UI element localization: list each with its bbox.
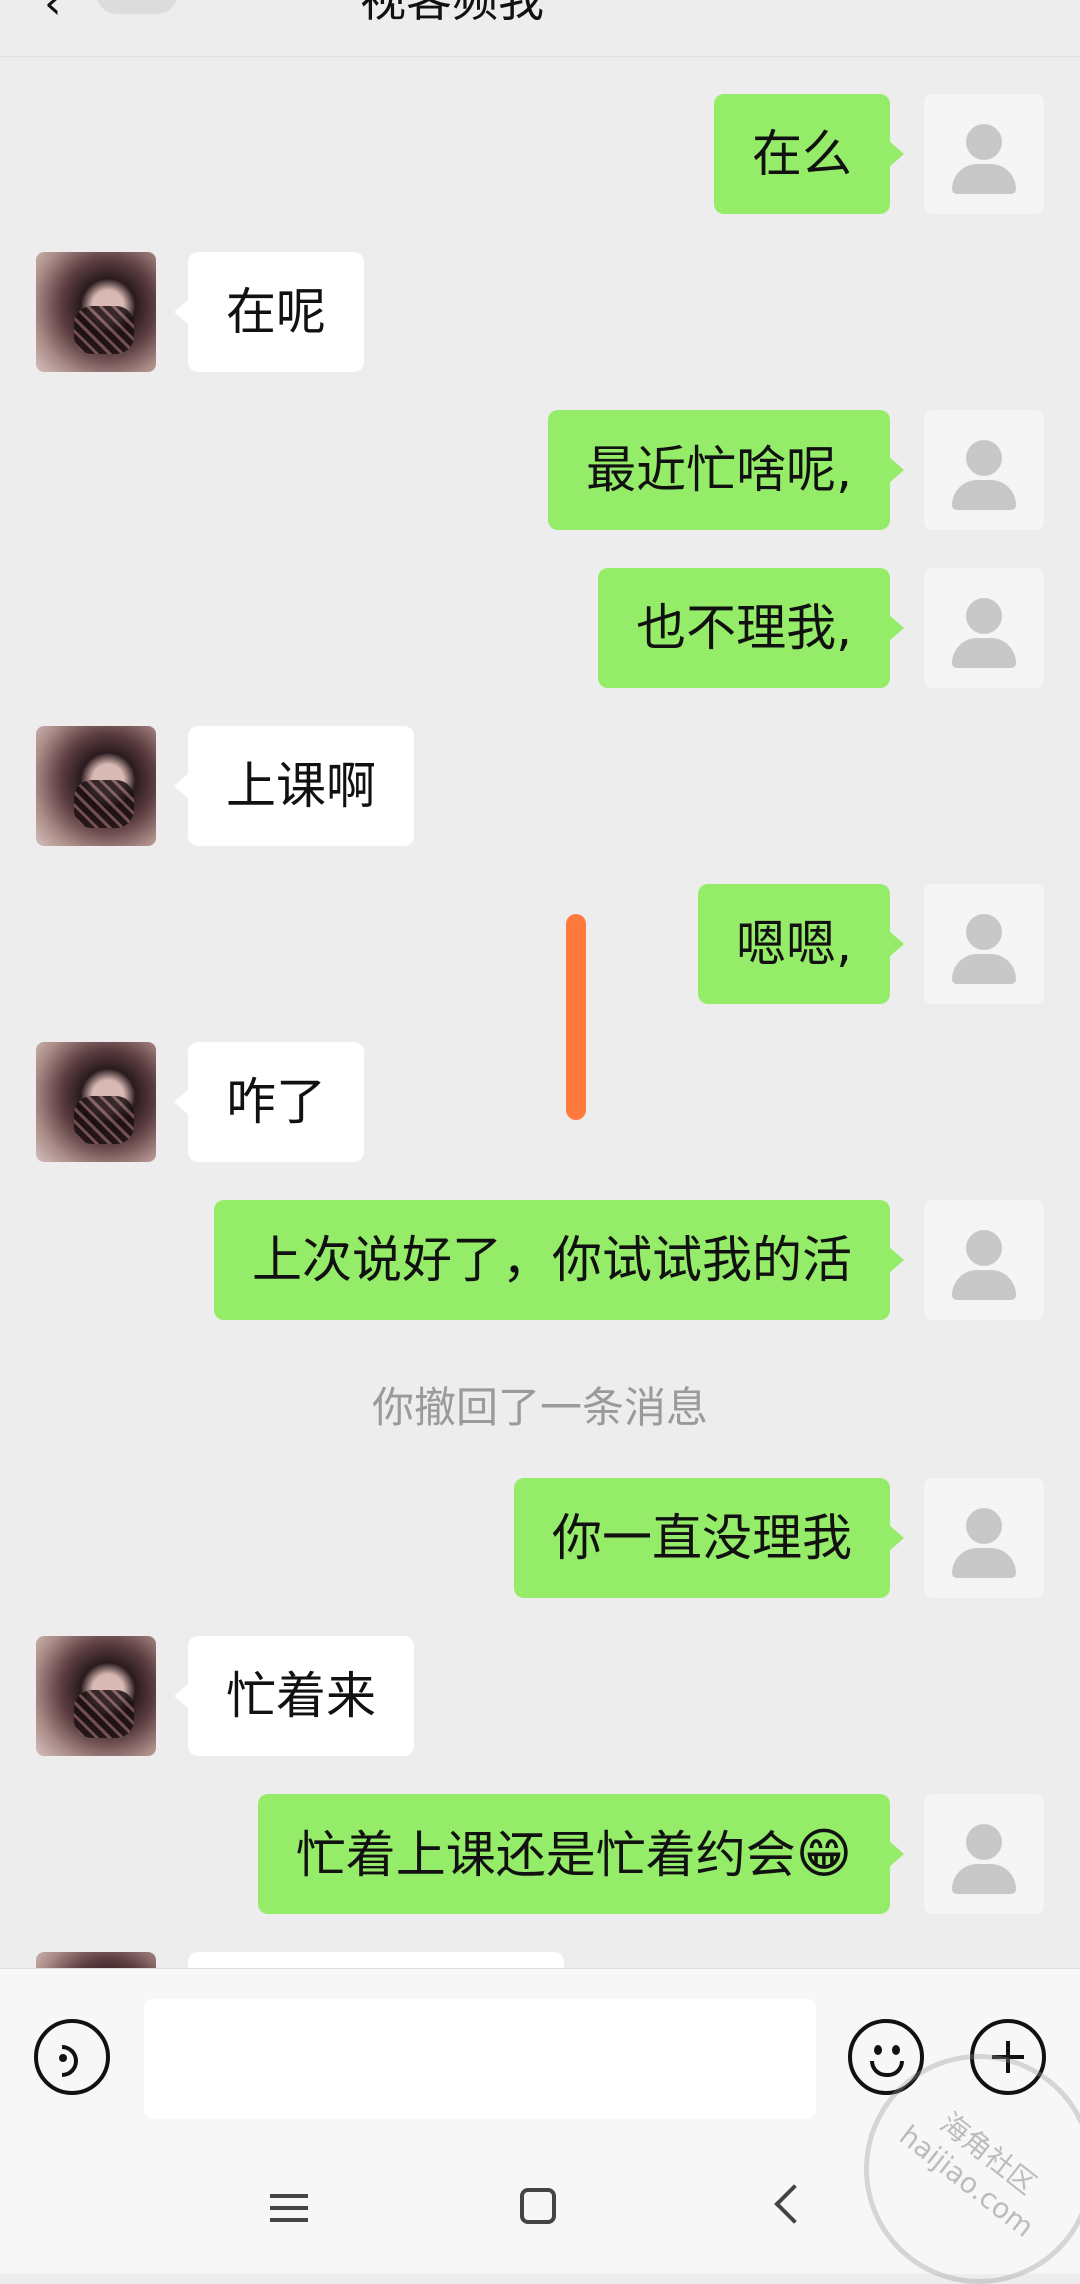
message-bubble-self[interactable]: 上次说好了，你试试我的活 (214, 1200, 904, 1320)
menu-icon[interactable] (270, 2194, 308, 2224)
avatar-self[interactable] (924, 1478, 1044, 1598)
avatar-self[interactable] (924, 568, 1044, 688)
watermark-text: 海角社区 haijiao.com (893, 2106, 1043, 2244)
message-bubble-other[interactable]: 咋了 (174, 1042, 364, 1162)
message-bubble-self[interactable]: 忙着上课还是忙着约会😁 (257, 1794, 905, 1914)
grin-emoji: 😁 (795, 1822, 852, 1885)
back-icon[interactable] (774, 2184, 814, 2224)
unread-badge (96, 0, 178, 14)
avatar-contact[interactable] (36, 252, 156, 372)
message-bubble-self[interactable]: 在么 (714, 94, 904, 214)
chat-title: 视客频我 (360, 0, 680, 24)
message-input[interactable] (144, 1999, 816, 2119)
avatar-contact[interactable] (36, 1636, 156, 1756)
recall-notice: 你撤回了一条消息 (371, 1383, 708, 1432)
avatar-self[interactable] (924, 1794, 1044, 1914)
message-text: 忙着上课还是忙着约会 (295, 1826, 796, 1884)
avatar-self[interactable] (924, 410, 1044, 530)
message-bubble-self[interactable]: 嗯嗯, (698, 884, 904, 1004)
avatar-contact[interactable] (36, 1952, 156, 1968)
message-list[interactable]: 在么 在呢 最近忙啥呢, 也不理我, 上课啊 嗯嗯, 咋了 上次说好了，你试试我… (0, 56, 1080, 1968)
chat-header: ‹ 视客频我 (0, 0, 1080, 57)
voice-icon[interactable] (34, 2019, 110, 2095)
message-bubble-self[interactable]: 最近忙啥呢, (548, 410, 904, 530)
avatar-contact[interactable] (36, 1042, 156, 1162)
back-icon[interactable]: ‹ (44, 0, 62, 29)
message-bubble-self[interactable]: 你一直没理我 (514, 1478, 904, 1598)
message-bubble-other[interactable]: 忙着来 (174, 1636, 414, 1756)
avatar-self[interactable] (924, 1200, 1044, 1320)
message-bubble-other[interactable]: 上课啊 (174, 726, 414, 846)
annotation-mark (566, 914, 586, 1120)
home-icon[interactable] (520, 2188, 556, 2224)
message-bubble-other[interactable]: 在呢 (174, 252, 364, 372)
message-bubble-self[interactable]: 也不理我, (598, 568, 904, 688)
watermark-logo: 海角社区 haijiao.com (864, 2054, 1080, 2284)
avatar-contact[interactable] (36, 726, 156, 846)
avatar-self[interactable] (924, 94, 1044, 214)
avatar-self[interactable] (924, 884, 1044, 1004)
message-bubble-other[interactable] (188, 1952, 564, 1968)
